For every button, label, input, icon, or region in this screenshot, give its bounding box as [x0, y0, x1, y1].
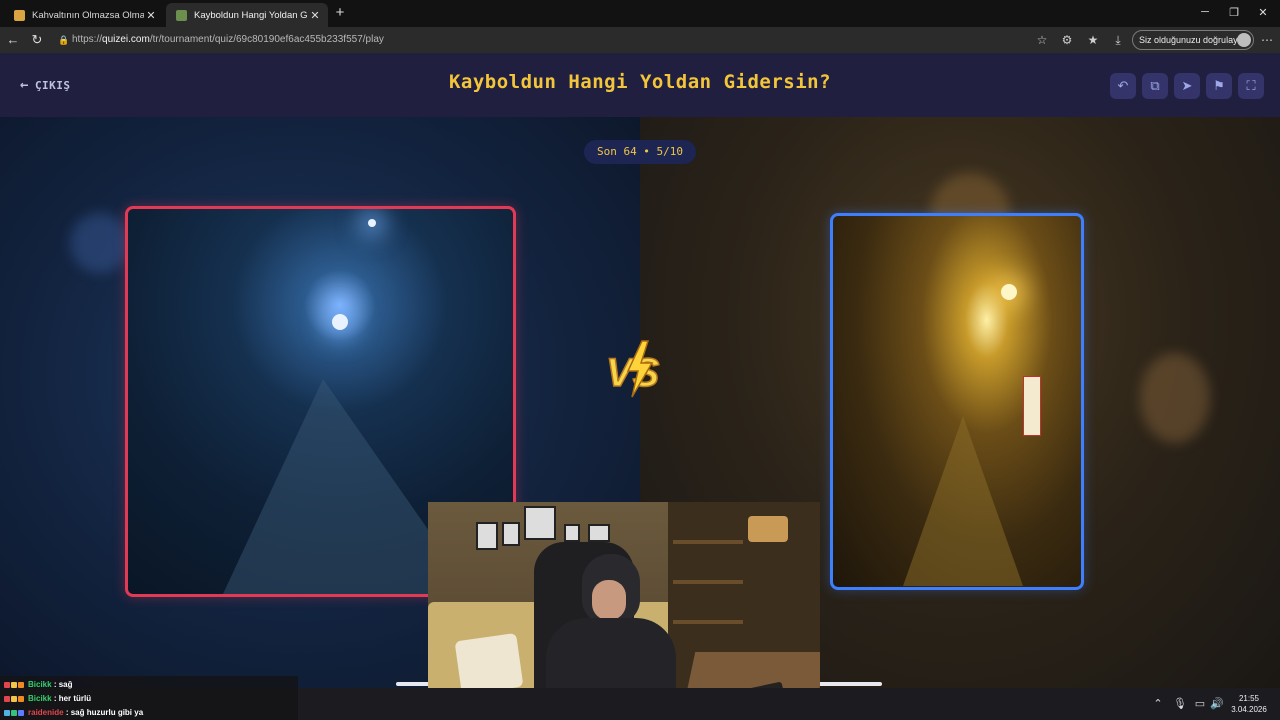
- shelf-row: [673, 620, 743, 624]
- report-button[interactable]: ⚑: [1206, 73, 1232, 99]
- site-favicon-icon: [176, 9, 187, 21]
- tab-kahvalti[interactable]: Kahvaltının Olmazsa Olmazı - Tier ✕: [4, 3, 164, 27]
- chat-badges-icon: [4, 696, 25, 702]
- volume-icon[interactable]: 🔊: [1210, 697, 1224, 711]
- verify-label: Siz olduğunuzu doğrulayın: [1139, 35, 1246, 45]
- close-tab-icon[interactable]: ✕: [144, 9, 158, 22]
- tab-title: Kayboldun Hangi Yoldan Gidersin: [194, 9, 308, 21]
- lock-icon: 🔒: [58, 35, 70, 45]
- streetlight: [368, 219, 376, 227]
- tab-title: Kahvaltının Olmazsa Olmazı - Tier: [32, 9, 144, 21]
- versus-badge: VS: [604, 339, 674, 399]
- chat-username: raidenide: [28, 708, 64, 717]
- round-indicator: Son 64 • 5/10: [584, 140, 696, 164]
- right-choice-card[interactable]: [830, 213, 1084, 590]
- new-tab-button[interactable]: +: [332, 5, 348, 21]
- url-host: quizei.com: [102, 34, 150, 45]
- taskbar-clock[interactable]: 21:55 3.04.2026: [1226, 693, 1272, 715]
- share-icon: ⧉: [1150, 78, 1160, 93]
- site-favicon-icon: [14, 9, 25, 21]
- undo-icon: ↶: [1117, 78, 1129, 93]
- profile-avatar: [1237, 33, 1251, 47]
- address-bar[interactable]: 🔒 https://quizei.com/tr/tournament/quiz/6…: [52, 30, 1084, 50]
- download-icon[interactable]: ⤓: [1110, 32, 1126, 48]
- arrow-left-icon: ←: [20, 77, 29, 93]
- tab-kayboldun[interactable]: Kayboldun Hangi Yoldan Gidersin ✕: [166, 3, 328, 27]
- shop-sign: [1023, 376, 1041, 436]
- flag-icon: ⚑: [1213, 78, 1225, 93]
- quiz-header: ← ÇIKIŞ Kayboldun Hangi Yoldan Gidersin?…: [0, 53, 1280, 117]
- fullscreen-button[interactable]: ⛶: [1238, 73, 1264, 99]
- chat-message: raidenide : sağ huzurlu gibi ya: [4, 706, 294, 720]
- chat-badges-icon: [4, 682, 25, 688]
- fullscreen-icon: ⛶: [1246, 78, 1256, 93]
- wall-frame: [502, 522, 520, 546]
- lamp: [748, 516, 788, 542]
- microphone-icon[interactable]: 🎙: [1173, 697, 1187, 711]
- chat-message: Bicikk : sağ: [4, 678, 294, 692]
- maximize-button[interactable]: ❐: [1227, 6, 1241, 19]
- close-tab-icon[interactable]: ✕: [308, 9, 322, 22]
- pillow: [454, 632, 524, 696]
- favorite-star-icon[interactable]: ☆: [1034, 32, 1050, 48]
- chat-text: : sağ huzurlu gibi ya: [65, 708, 144, 717]
- wall-frame: [564, 524, 580, 542]
- chat-text: : her türlü: [53, 694, 92, 703]
- verify-identity-button[interactable]: Siz olduğunuzu doğrulayın: [1132, 30, 1254, 50]
- streetlight: [332, 314, 348, 330]
- alley-path: [903, 416, 1023, 586]
- wall-frame: [524, 506, 556, 540]
- undo-button[interactable]: ↶: [1110, 73, 1136, 99]
- extensions-icon[interactable]: ⚙: [1059, 32, 1075, 48]
- page-title: Kayboldun Hangi Yoldan Gidersin?: [448, 71, 832, 93]
- send-icon: ➤: [1181, 78, 1193, 93]
- chat-text: : sağ: [53, 680, 73, 689]
- chevron-up-icon[interactable]: ⌃: [1151, 697, 1165, 711]
- stream-chat: Bicikk : sağ Bicikk : her türlü raidenid…: [0, 676, 298, 720]
- url-path: /tr/tournament/quiz/69c80190ef6ac455b233…: [149, 34, 384, 45]
- url-scheme: https://: [72, 34, 103, 45]
- wall-frame: [476, 522, 498, 550]
- exit-label: ÇIKIŞ: [34, 78, 71, 92]
- alley-light: [1001, 284, 1017, 300]
- browser-toolbar: ← ↻ 🔒 https://quizei.com/tr/tournament/qu…: [0, 27, 1280, 53]
- share-button[interactable]: ⧉: [1142, 73, 1168, 99]
- send-button[interactable]: ➤: [1174, 73, 1200, 99]
- chat-message: Bicikk : her türlü: [4, 692, 294, 706]
- chat-username: Bicikk: [28, 694, 52, 703]
- clock-date: 3.04.2026: [1231, 705, 1267, 714]
- browser-tabstrip: Kahvaltının Olmazsa Olmazı - Tier ✕ Kayb…: [0, 0, 1280, 27]
- lightning-vs-icon: VS: [605, 340, 660, 398]
- more-menu-icon[interactable]: ⋯: [1259, 32, 1275, 48]
- wall-frame: [588, 524, 610, 542]
- chat-username: Bicikk: [28, 680, 52, 689]
- display-icon[interactable]: ▭: [1193, 697, 1207, 711]
- chat-badges-icon: [4, 710, 25, 716]
- minimize-button[interactable]: ─: [1198, 6, 1212, 18]
- exit-button[interactable]: ← ÇIKIŞ: [20, 77, 71, 93]
- back-icon[interactable]: ←: [5, 32, 21, 48]
- svg-text:VS: VS: [606, 351, 660, 395]
- shelf-row: [673, 540, 743, 544]
- favorites-icon[interactable]: ★: [1085, 32, 1101, 48]
- close-window-button[interactable]: ✕: [1256, 6, 1270, 19]
- reload-icon[interactable]: ↻: [29, 32, 45, 48]
- clock-time: 21:55: [1238, 694, 1260, 703]
- shelf-row: [673, 580, 743, 584]
